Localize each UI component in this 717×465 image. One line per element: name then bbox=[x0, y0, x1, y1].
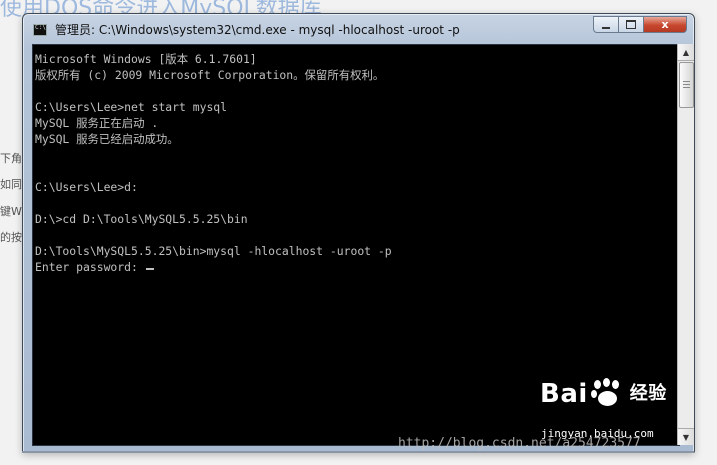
minimize-icon bbox=[602, 26, 610, 29]
grip-line bbox=[683, 84, 690, 85]
cmd-icon[interactable] bbox=[33, 24, 47, 36]
console-text-content: Microsoft Windows [版本 6.1.7601] 版权所有 (c)… bbox=[35, 52, 392, 274]
grip-line bbox=[683, 87, 690, 88]
grip-line bbox=[683, 81, 690, 82]
text-cursor bbox=[145, 268, 154, 270]
close-button[interactable]: x bbox=[644, 16, 687, 33]
window-bottom-edge bbox=[22, 451, 694, 453]
background-text-fragment: 如同 bbox=[0, 178, 22, 191]
watermark-blog-url: http://blog.csdn.net/a254723577 bbox=[398, 436, 641, 451]
background-text-fragment: 键W bbox=[0, 205, 22, 218]
background-text-fragment: 下角 bbox=[0, 152, 22, 165]
baidu-jingyan-watermark: Bai 经验 bbox=[540, 378, 667, 409]
vertical-scrollbar[interactable]: ▲ ▼ bbox=[677, 44, 694, 445]
scrollbar-thumb[interactable] bbox=[679, 62, 694, 108]
title-bar[interactable]: 管理员: C:\Windows\system32\cmd.exe - mysql… bbox=[23, 14, 694, 43]
maximize-icon bbox=[626, 20, 636, 29]
baidu-paw-icon bbox=[590, 378, 626, 408]
watermark-jingyan-text: 经验 bbox=[629, 383, 667, 404]
window-controls: x bbox=[593, 16, 687, 34]
minimize-button[interactable] bbox=[593, 16, 619, 33]
close-icon: x bbox=[661, 18, 669, 31]
scroll-up-arrow-icon[interactable]: ▲ bbox=[678, 44, 694, 61]
console-text: Microsoft Windows [版本 6.1.7601] 版权所有 (c)… bbox=[35, 51, 392, 275]
maximize-button[interactable] bbox=[619, 16, 644, 33]
scroll-down-arrow-icon[interactable]: ▼ bbox=[678, 428, 694, 445]
background-text-fragment: 的按 bbox=[0, 231, 22, 244]
window-title: 管理员: C:\Windows\system32\cmd.exe - mysql… bbox=[55, 23, 460, 37]
watermark-baidu-text: Bai bbox=[540, 379, 588, 409]
